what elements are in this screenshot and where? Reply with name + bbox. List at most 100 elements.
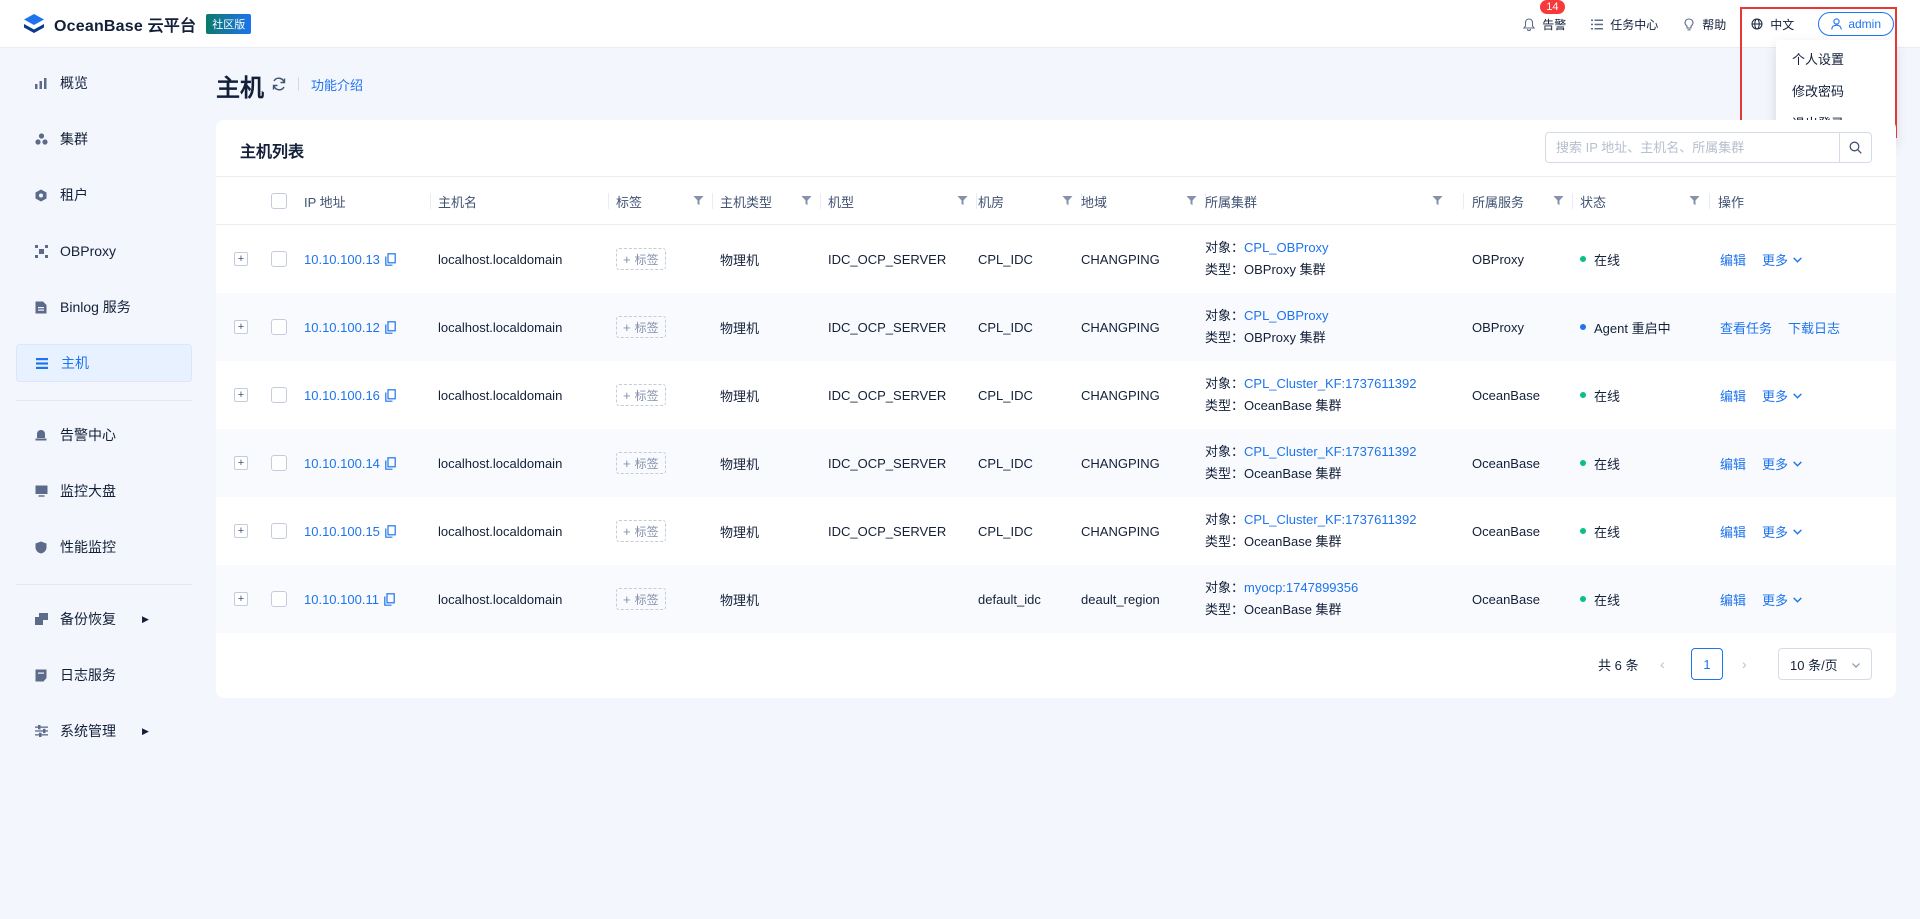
- sidebar-item-host[interactable]: 主机: [16, 344, 192, 382]
- sidebar-item-overview[interactable]: 概览: [16, 64, 192, 102]
- cluster-cell: 对象：CPL_OBProxy 类型：OBProxy 集群: [1205, 225, 1329, 293]
- sidebar-item-obproxy[interactable]: OBProxy: [16, 232, 192, 270]
- expand-row-button[interactable]: +: [234, 456, 248, 470]
- copy-icon[interactable]: [385, 388, 396, 402]
- refresh-icon[interactable]: [271, 76, 287, 92]
- expand-row-button[interactable]: +: [234, 252, 248, 266]
- edit-link[interactable]: 编辑: [1720, 386, 1746, 405]
- cluster-link[interactable]: myocp:1747899356: [1244, 580, 1358, 595]
- model-cell: IDC_OCP_SERVER: [828, 251, 947, 267]
- cluster-link[interactable]: CPL_Cluster_KF:1737611392: [1244, 512, 1417, 527]
- row-checkbox[interactable]: [271, 591, 287, 607]
- more-actions-button[interactable]: 更多: [1762, 454, 1803, 473]
- sidebar-divider: [16, 400, 192, 401]
- cluster-link[interactable]: CPL_Cluster_KF:1737611392: [1244, 444, 1417, 459]
- add-tag-button[interactable]: + 标签: [616, 452, 666, 474]
- logo[interactable]: OceanBase 云平台 社区版: [22, 12, 252, 36]
- next-page-icon[interactable]: ›: [1742, 656, 1747, 672]
- add-tag-button[interactable]: + 标签: [616, 248, 666, 270]
- search-input[interactable]: [1546, 133, 1839, 162]
- filter-icon[interactable]: [1689, 195, 1700, 206]
- copy-icon[interactable]: [384, 592, 395, 606]
- copy-icon[interactable]: [385, 320, 396, 334]
- menu-item-change-password[interactable]: 修改密码: [1776, 76, 1896, 108]
- edit-link[interactable]: 编辑: [1720, 590, 1746, 609]
- filter-icon[interactable]: [693, 195, 704, 206]
- add-tag-button[interactable]: + 标签: [616, 384, 666, 406]
- ip-link[interactable]: 10.10.100.15: [304, 524, 380, 539]
- cluster-link[interactable]: CPL_Cluster_KF:1737611392: [1244, 376, 1417, 391]
- help-button[interactable]: 帮助: [1682, 16, 1726, 33]
- more-actions-button[interactable]: 更多: [1762, 522, 1803, 541]
- user-menu-button[interactable]: admin: [1818, 12, 1894, 36]
- row-checkbox[interactable]: [271, 523, 287, 539]
- cluster-link[interactable]: CPL_OBProxy: [1244, 308, 1329, 323]
- filter-icon[interactable]: [1432, 195, 1443, 206]
- filter-icon[interactable]: [1186, 195, 1197, 206]
- row-checkbox[interactable]: [271, 387, 287, 403]
- lightbulb-icon: [1682, 17, 1696, 31]
- edit-link[interactable]: 编辑: [1720, 522, 1746, 541]
- copy-icon[interactable]: [385, 252, 396, 266]
- row-checkbox[interactable]: [271, 319, 287, 335]
- more-actions-button[interactable]: 更多: [1762, 386, 1803, 405]
- expand-row-button[interactable]: +: [234, 320, 248, 334]
- service-cell: OBProxy: [1472, 251, 1525, 267]
- cluster-link[interactable]: CPL_OBProxy: [1244, 240, 1329, 255]
- top-bar: OceanBase 云平台 社区版 告警 14 任务中心 帮助 中文 admin: [0, 0, 1920, 48]
- status-dot: [1580, 528, 1586, 534]
- status-dot: [1580, 392, 1586, 398]
- sidebar-item-monitor-dashboard[interactable]: 监控大盘: [16, 472, 192, 510]
- ip-link[interactable]: 10.10.100.16: [304, 388, 380, 403]
- filter-icon[interactable]: [1062, 195, 1073, 206]
- copy-icon[interactable]: [385, 456, 396, 470]
- ip-link[interactable]: 10.10.100.12: [304, 320, 380, 335]
- ip-link[interactable]: 10.10.100.13: [304, 252, 380, 267]
- filter-icon[interactable]: [801, 195, 812, 206]
- language-switch[interactable]: 中文: [1750, 16, 1794, 33]
- prev-page-icon[interactable]: ‹: [1660, 656, 1665, 672]
- search-button[interactable]: [1839, 133, 1871, 162]
- more-actions-button[interactable]: 更多: [1762, 590, 1803, 609]
- copy-icon[interactable]: [385, 524, 396, 538]
- expand-row-button[interactable]: +: [234, 388, 248, 402]
- select-all-checkbox[interactable]: [271, 193, 287, 209]
- pagination: 共 6 条 ‹ 1 › 10 条/页: [216, 648, 1896, 680]
- ip-link[interactable]: 10.10.100.14: [304, 456, 380, 471]
- view-task-link[interactable]: 查看任务: [1720, 318, 1772, 337]
- sidebar-item-alarm-center[interactable]: 告警中心: [16, 416, 192, 454]
- filter-icon[interactable]: [1553, 195, 1564, 206]
- filter-icon[interactable]: [957, 195, 968, 206]
- cluster-object-line: 对象：CPL_OBProxy: [1205, 305, 1329, 327]
- menu-item-personal-settings[interactable]: 个人设置: [1776, 44, 1896, 76]
- sidebar-item-backup-restore[interactable]: 备份恢复 ▶: [16, 600, 192, 638]
- row-checkbox[interactable]: [271, 455, 287, 471]
- download-log-link[interactable]: 下载日志: [1788, 318, 1840, 337]
- alerts-button[interactable]: 告警 14: [1522, 0, 1566, 33]
- row-checkbox[interactable]: [271, 251, 287, 267]
- more-label: 更多: [1762, 592, 1789, 608]
- feature-intro-link[interactable]: 功能介绍: [311, 75, 363, 94]
- expand-row-button[interactable]: +: [234, 592, 248, 606]
- status-label: 在线: [1594, 456, 1621, 472]
- edit-link[interactable]: 编辑: [1720, 250, 1746, 269]
- add-tag-button[interactable]: + 标签: [616, 520, 666, 542]
- sidebar-item-cluster[interactable]: 集群: [16, 120, 192, 158]
- sidebar-item-binlog[interactable]: Binlog 服务: [16, 288, 192, 326]
- sidebar-item-performance-monitor[interactable]: 性能监控: [16, 528, 192, 566]
- more-actions-button[interactable]: 更多: [1762, 250, 1803, 269]
- sidebar-item-log-service[interactable]: 日志服务: [16, 656, 192, 694]
- add-tag-button[interactable]: + 标签: [616, 588, 666, 610]
- expand-row-button[interactable]: +: [234, 524, 248, 538]
- add-tag-button[interactable]: + 标签: [616, 316, 666, 338]
- edit-link[interactable]: 编辑: [1720, 454, 1746, 473]
- sidebar-item-system-management[interactable]: 系统管理 ▶: [16, 712, 192, 750]
- page-size-value: 10 条/页: [1790, 657, 1838, 673]
- host-list-card: 主机列表 IP 地址 主机名 标签 主机类型 机型 机房 地域 所属集群 所属服…: [216, 120, 1896, 698]
- page-number-current[interactable]: 1: [1691, 648, 1723, 680]
- status-dot: [1580, 596, 1586, 602]
- ip-link[interactable]: 10.10.100.11: [304, 592, 379, 607]
- sidebar-item-tenant[interactable]: 租户: [16, 176, 192, 214]
- task-center-button[interactable]: 任务中心: [1590, 16, 1658, 33]
- page-size-select[interactable]: 10 条/页: [1778, 648, 1872, 680]
